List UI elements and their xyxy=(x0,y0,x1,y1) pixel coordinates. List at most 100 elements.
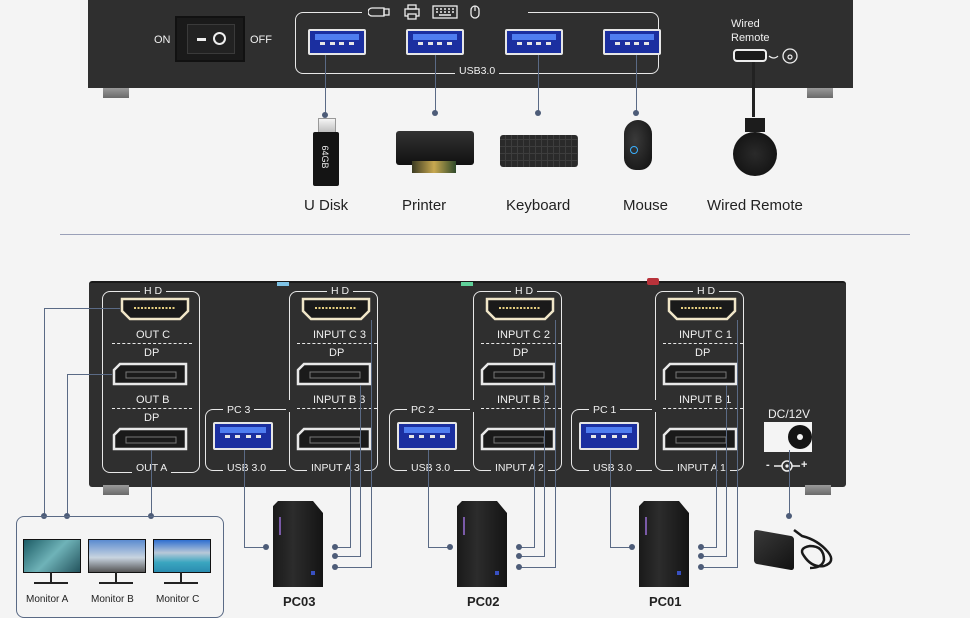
connector-line xyxy=(335,556,361,557)
input-c-label: INPUT C 2 xyxy=(497,329,550,341)
wired-remote-port[interactable] xyxy=(733,49,767,62)
usb-hub-label: USB3.0 xyxy=(455,65,500,77)
dc-power-jack[interactable] xyxy=(764,422,812,452)
usb-3-label: USB 3.0 xyxy=(407,462,455,474)
connector-line xyxy=(335,567,372,568)
polarity-symbol-icon xyxy=(774,460,800,472)
monitor-stand xyxy=(164,572,198,584)
connector-line xyxy=(716,450,717,547)
connector-line xyxy=(360,385,361,556)
peripheral-label: Keyboard xyxy=(506,197,571,214)
connector-line xyxy=(544,385,545,556)
section-divider xyxy=(60,234,910,235)
out-b-label: OUT B xyxy=(136,394,170,406)
power-adapter-image xyxy=(754,529,794,571)
pc3-led xyxy=(277,282,289,286)
panel-foot xyxy=(103,88,129,98)
dp-input-b-port[interactable] xyxy=(296,362,372,386)
connector-line xyxy=(435,55,436,112)
input-b-label: INPUT B 2 xyxy=(497,394,550,406)
connector-line xyxy=(371,320,372,567)
connector-line xyxy=(519,567,556,568)
dp-input-b-port[interactable] xyxy=(480,362,556,386)
usb-port-2[interactable] xyxy=(406,29,464,55)
peripheral-label: Wired Remote xyxy=(707,197,803,214)
connector-line xyxy=(726,385,727,556)
power-switch[interactable] xyxy=(175,16,245,62)
hdmi-input-c-port[interactable] xyxy=(667,297,737,321)
dp-label: DP xyxy=(695,347,711,359)
panel-foot xyxy=(805,485,831,495)
usb-port-3[interactable] xyxy=(505,29,563,55)
dashed-separator xyxy=(297,408,377,409)
input-b-label: INPUT B 3 xyxy=(313,394,366,406)
peripheral-label: Mouse xyxy=(623,197,669,214)
connector-dot xyxy=(698,564,704,570)
remote-symbol-icon xyxy=(768,48,798,64)
hdmi-input-c-port[interactable] xyxy=(301,297,371,321)
connector-line xyxy=(538,55,539,112)
usb-3-label: USB 3.0 xyxy=(589,462,637,474)
keyboard-icon xyxy=(432,5,458,19)
connector-dot xyxy=(786,513,792,519)
hdmi-input-c-port[interactable] xyxy=(485,297,555,321)
connector-line xyxy=(789,450,790,516)
connector-dot xyxy=(516,564,522,570)
pc2-led xyxy=(461,282,473,286)
monitor-stand xyxy=(34,572,68,584)
dashed-separator xyxy=(481,408,561,409)
peripheral-label: U Disk xyxy=(304,197,349,214)
monitor-stand xyxy=(99,572,133,584)
input-a-label: INPUT A 2 xyxy=(491,462,548,474)
connector-dot xyxy=(263,544,269,550)
connector-line xyxy=(67,374,68,516)
pc-label-below: PC03 xyxy=(283,594,316,609)
connector-line xyxy=(44,308,120,309)
connector-line xyxy=(534,450,535,547)
dashed-separator xyxy=(112,408,192,409)
input-b-label: INPUT B 1 xyxy=(679,394,732,406)
connector-dot xyxy=(332,553,338,559)
pc-label: PC 2 xyxy=(407,404,439,416)
power-cable-image xyxy=(793,529,833,570)
polarity-plus: + xyxy=(801,459,808,471)
out-c-label: OUT C xyxy=(136,329,171,341)
monitor-b-image xyxy=(88,539,146,573)
connector-dot xyxy=(629,544,635,550)
printer-image xyxy=(396,131,474,175)
usb-port-1[interactable] xyxy=(308,29,366,55)
connector-dot xyxy=(332,544,338,550)
wired-remote-label-2: Remote xyxy=(731,32,770,44)
connector-dot xyxy=(447,544,453,550)
connector-dot xyxy=(332,564,338,570)
pc-usb-port[interactable] xyxy=(579,422,639,450)
u-disk-capacity: 64GB xyxy=(320,145,330,169)
remote-cable xyxy=(752,62,755,117)
monitor-c-image xyxy=(153,539,211,573)
hdmi-out-c-port[interactable] xyxy=(120,297,190,321)
connector-line xyxy=(44,308,45,516)
dp-input-b-port[interactable] xyxy=(662,362,738,386)
connector-dot xyxy=(516,553,522,559)
dashed-separator xyxy=(112,343,192,344)
usb-3-label: USB 3.0 xyxy=(223,462,271,474)
connector-line xyxy=(701,556,727,557)
connector-dot xyxy=(698,544,704,550)
dp-out-b-port[interactable] xyxy=(112,362,188,386)
dp-out-a-port[interactable] xyxy=(112,427,188,451)
mouse-icon xyxy=(470,5,480,19)
hd-label: H D xyxy=(140,285,167,297)
connector-line xyxy=(737,320,738,567)
pc-usb-port[interactable] xyxy=(213,422,273,450)
pc-usb-port[interactable] xyxy=(397,422,457,450)
dp-label: DP xyxy=(329,347,345,359)
hd-label: H D xyxy=(327,285,354,297)
input-c-label: INPUT C 1 xyxy=(679,329,732,341)
usb-port-4[interactable] xyxy=(603,29,661,55)
keyboard-image xyxy=(500,135,578,167)
mouse-image xyxy=(624,120,652,170)
connector-line xyxy=(636,55,637,112)
pc-label: PC 1 xyxy=(589,404,621,416)
connector-dot xyxy=(698,553,704,559)
connector-line xyxy=(610,450,611,547)
